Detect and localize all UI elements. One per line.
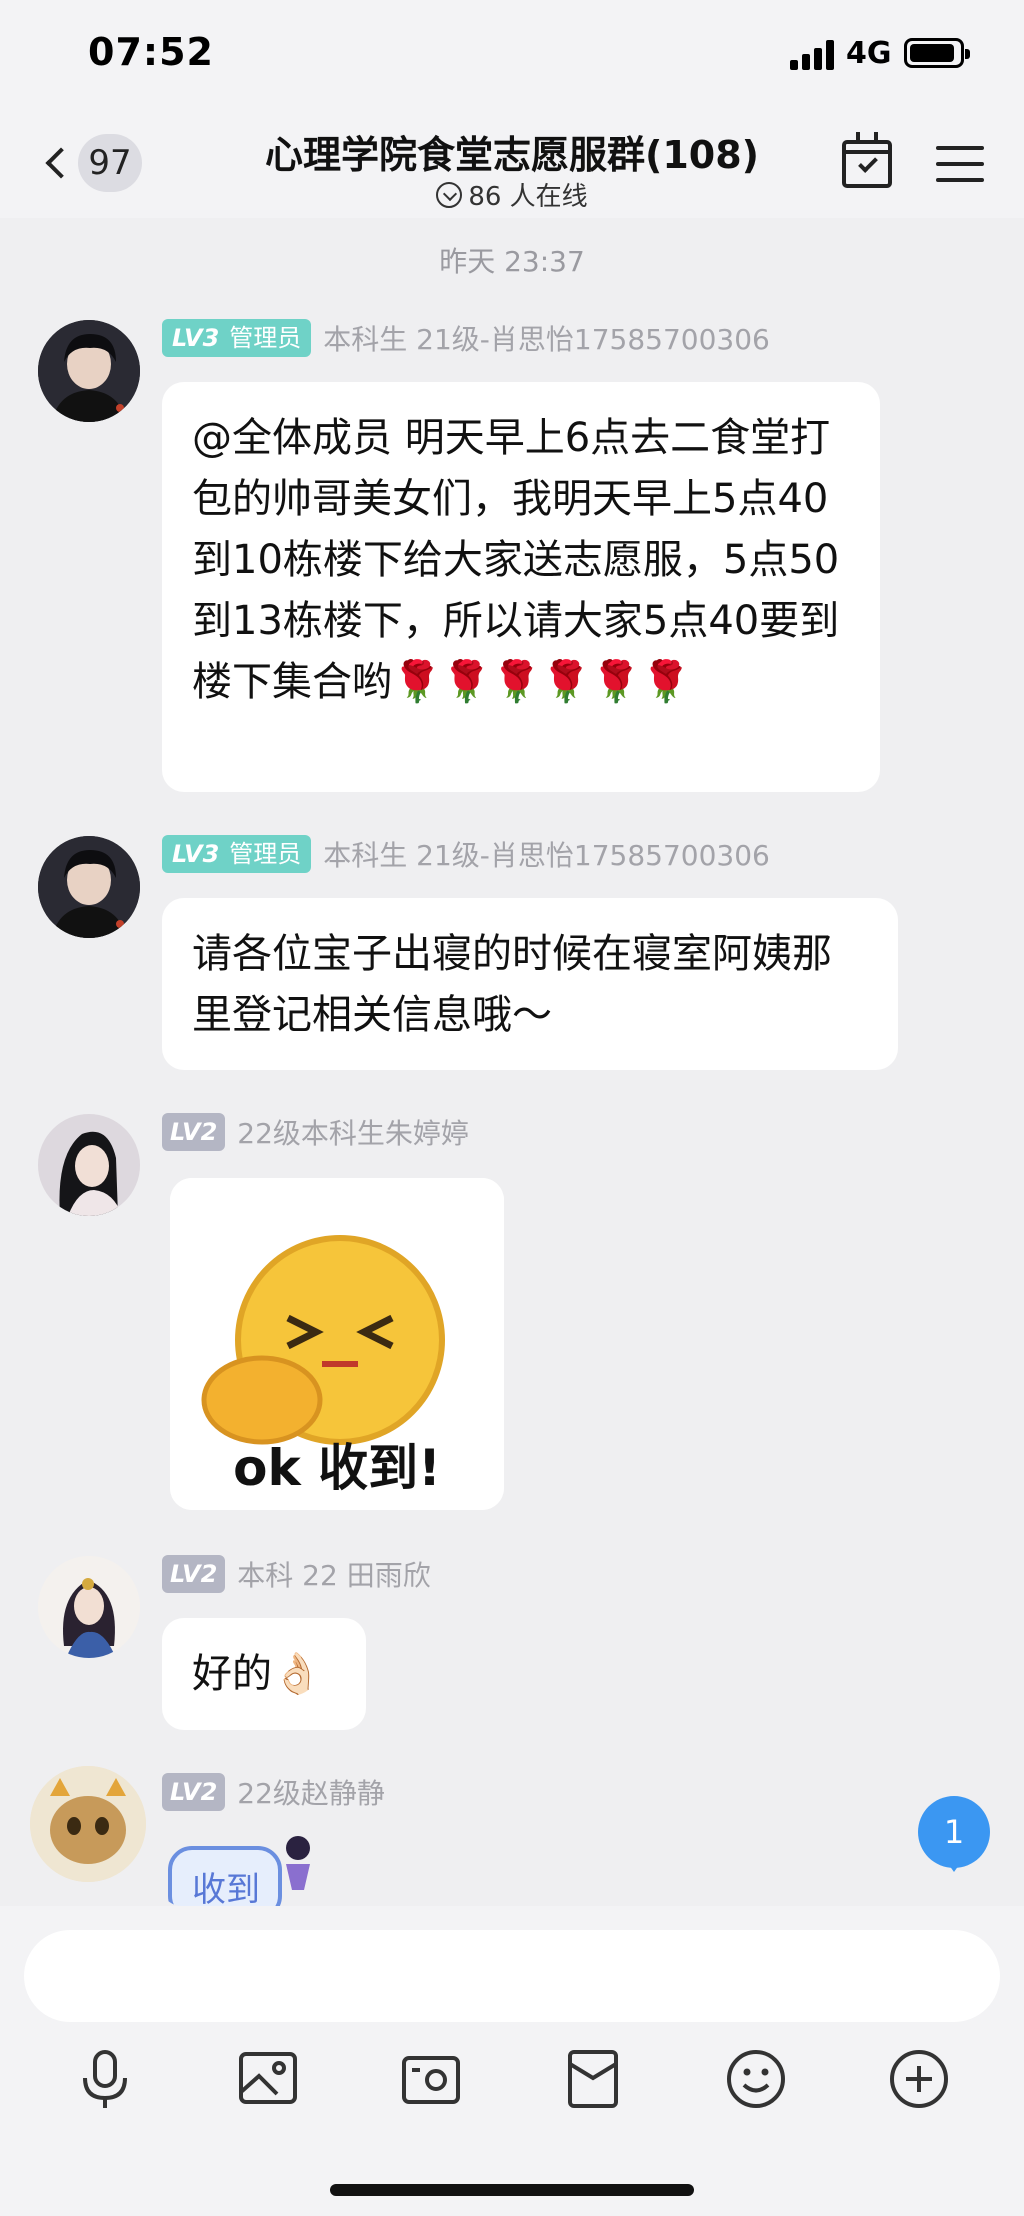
input-toolbar — [0, 2044, 1024, 2124]
online-count: 86 人在线 — [468, 182, 588, 212]
sender-name: 本科 22 田雨欣 — [237, 1559, 431, 1592]
red-packet-icon[interactable] — [558, 2044, 628, 2114]
sticker-caption: 收到 — [192, 1870, 260, 1906]
menu-icon[interactable] — [936, 144, 984, 184]
calendar-check-icon[interactable] — [842, 132, 892, 188]
admin-badge: LV3 管理员 — [162, 319, 312, 357]
battery-icon — [904, 38, 970, 68]
level-badge: LV2 — [162, 1555, 226, 1593]
avatar[interactable] — [38, 836, 140, 938]
new-message-badge[interactable]: 1 — [918, 1796, 990, 1872]
back-button[interactable]: 97 — [40, 132, 150, 194]
avatar[interactable] — [30, 1766, 146, 1882]
signal-icon — [790, 40, 836, 70]
message-input[interactable] — [24, 1930, 1000, 2022]
message-meta: LV3 管理员 本科生 21级-肖思怡17585700306 — [162, 318, 770, 358]
message-meta: LV2 本科 22 田雨欣 — [162, 1554, 431, 1594]
unread-count-badge: 97 — [78, 134, 142, 192]
sticker-message[interactable]: 收到 — [160, 1830, 320, 1906]
online-status[interactable]: 86 人在线 — [200, 176, 824, 213]
input-area — [0, 1906, 1024, 2216]
chat-area[interactable]: 昨天 23:37 LV3 管理员 本科生 21级-肖思怡17585700306 … — [0, 218, 1024, 1906]
admin-badge: LV3 管理员 — [162, 835, 312, 873]
message-bubble[interactable]: 好的👌🏻 — [162, 1618, 366, 1730]
chat-title[interactable]: 心理学院食堂志愿服群(108) — [200, 124, 824, 179]
image-icon[interactable] — [233, 2044, 303, 2114]
sender-name: 22级本科生朱婷婷 — [237, 1117, 469, 1150]
status-time: 07:52 — [88, 30, 214, 74]
camera-icon[interactable] — [396, 2044, 466, 2114]
message-meta: LV2 22级赵静静 — [162, 1772, 385, 1812]
online-check-icon — [436, 181, 463, 208]
network-label: 4G — [846, 36, 892, 71]
avatar[interactable] — [38, 320, 140, 422]
chevron-left-icon — [45, 147, 77, 179]
avatar[interactable] — [38, 1556, 140, 1658]
nav-bar: 97 心理学院食堂志愿服群(108) 86 人在线 — [0, 110, 1024, 218]
status-bar: 07:52 4G — [0, 0, 1024, 110]
home-indicator[interactable] — [330, 2184, 694, 2196]
plus-icon[interactable] — [884, 2044, 954, 2114]
level-badge: LV2 — [162, 1113, 226, 1151]
level-badge: LV2 — [162, 1773, 226, 1811]
message-timestamp: 昨天 23:37 — [439, 245, 585, 278]
sender-name: 22级赵静静 — [237, 1777, 385, 1810]
message-bubble[interactable]: @全体成员 明天早上6点去二食堂打包的帅哥美女们，我明天早上5点40到10栋楼下… — [162, 382, 880, 792]
sticker-message[interactable]: ok 收到! — [170, 1178, 504, 1510]
sticker-caption: ok 收到! — [233, 1439, 441, 1497]
avatar[interactable] — [38, 1114, 140, 1216]
emoji-icon[interactable] — [721, 2044, 791, 2114]
sender-name: 本科生 21级-肖思怡17585700306 — [323, 323, 770, 356]
message-meta: LV3 管理员 本科生 21级-肖思怡17585700306 — [162, 834, 770, 874]
message-bubble[interactable]: 请各位宝子出寝的时候在寝室阿姨那里登记相关信息哦～ — [162, 898, 898, 1070]
microphone-icon[interactable] — [70, 2044, 140, 2114]
sender-name: 本科生 21级-肖思怡17585700306 — [323, 839, 770, 872]
message-meta: LV2 22级本科生朱婷婷 — [162, 1112, 469, 1152]
